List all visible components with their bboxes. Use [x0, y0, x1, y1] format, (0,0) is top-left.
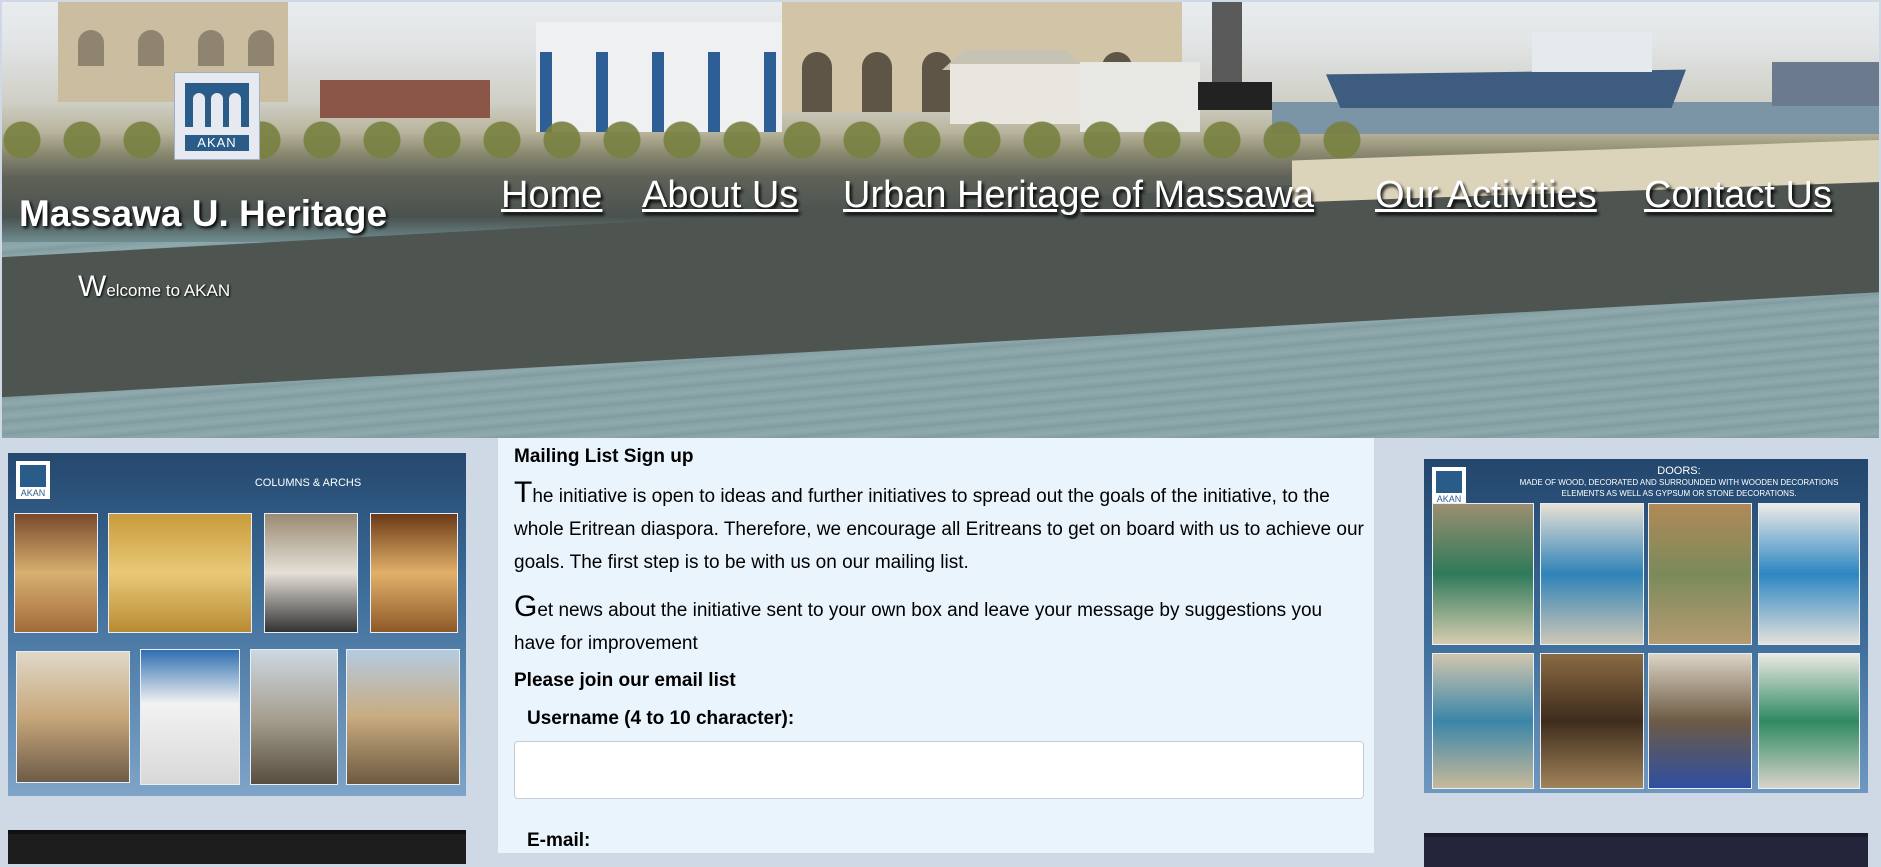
- background-container: [320, 80, 490, 118]
- nav-contact-us[interactable]: Contact Us: [1644, 174, 1832, 217]
- welcome-rest: elcome to AKAN: [106, 281, 231, 300]
- news-paragraph: Get news about the initiative sent to yo…: [514, 590, 1323, 654]
- poster-photo: [1648, 653, 1752, 789]
- site-logo[interactable]: AKAN: [174, 72, 260, 160]
- poster-photo: [16, 651, 130, 783]
- poster-photo: [1432, 503, 1534, 645]
- header-banner: AKAN Massawa U. Heritage Welcome to AKAN…: [2, 2, 1879, 438]
- logo-text: AKAN: [185, 135, 249, 151]
- poster-photo: [108, 513, 252, 633]
- nav-urban-heritage[interactable]: Urban Heritage of Massawa: [843, 174, 1314, 217]
- doors-poster[interactable]: AKAN DOORS: MADE OF WOOD, DECORATED AND …: [1424, 459, 1868, 793]
- poster-photo: [1540, 503, 1644, 645]
- background-kiosk: [950, 64, 1080, 124]
- poster-logo: AKAN: [1432, 467, 1466, 505]
- username-label: Username (4 to 10 character):: [527, 708, 795, 729]
- poster-photo: [250, 649, 338, 785]
- poster-photo: [1540, 653, 1644, 789]
- welcome-initial: W: [78, 270, 107, 303]
- background-tower: [1212, 2, 1242, 82]
- join-heading: Please join our email list: [514, 670, 736, 691]
- poster-logo: AKAN: [16, 461, 50, 499]
- poster-photo: [14, 513, 98, 633]
- nav-home[interactable]: Home: [501, 174, 602, 217]
- site-title: Massawa U. Heritage: [19, 193, 388, 234]
- username-input[interactable]: [514, 741, 1364, 799]
- poster-photo: [370, 513, 458, 633]
- poster-photo: [1432, 653, 1534, 789]
- right-sidebar: AKAN DOORS: MADE OF WOOD, DECORATED AND …: [1374, 438, 1881, 867]
- poster-preview[interactable]: [1424, 833, 1868, 867]
- poster-photo: [1648, 503, 1752, 645]
- welcome-text: Welcome to AKAN: [78, 270, 230, 304]
- poster-photo: [264, 513, 358, 633]
- poster-photo: [1758, 653, 1860, 789]
- mailing-list-section: Mailing List Sign up The initiative is o…: [498, 438, 1374, 853]
- poster-caption: DOORS: MADE OF WOOD, DECORATED AND SURRO…: [1519, 465, 1839, 499]
- columns-archs-poster[interactable]: AKAN COLUMNS & ARCHS: [8, 453, 466, 796]
- nav-about-us[interactable]: About Us: [642, 174, 798, 217]
- nav-our-activities[interactable]: Our Activities: [1375, 174, 1597, 217]
- poster-caption: COLUMNS & ARCHS: [254, 477, 362, 489]
- mailing-list-heading: Mailing List Sign up: [514, 446, 694, 467]
- intro-paragraph: The initiative is open to ideas and furt…: [514, 476, 1364, 573]
- poster-photo: [1758, 503, 1860, 645]
- background-white-building: [536, 22, 782, 132]
- background-ship: [1772, 62, 1879, 106]
- poster-photo: [346, 649, 460, 785]
- poster-preview[interactable]: [8, 830, 466, 864]
- left-sidebar: AKAN COLUMNS & ARCHS: [2, 438, 472, 864]
- email-label: E-mail:: [527, 830, 591, 851]
- poster-photo: [140, 649, 240, 785]
